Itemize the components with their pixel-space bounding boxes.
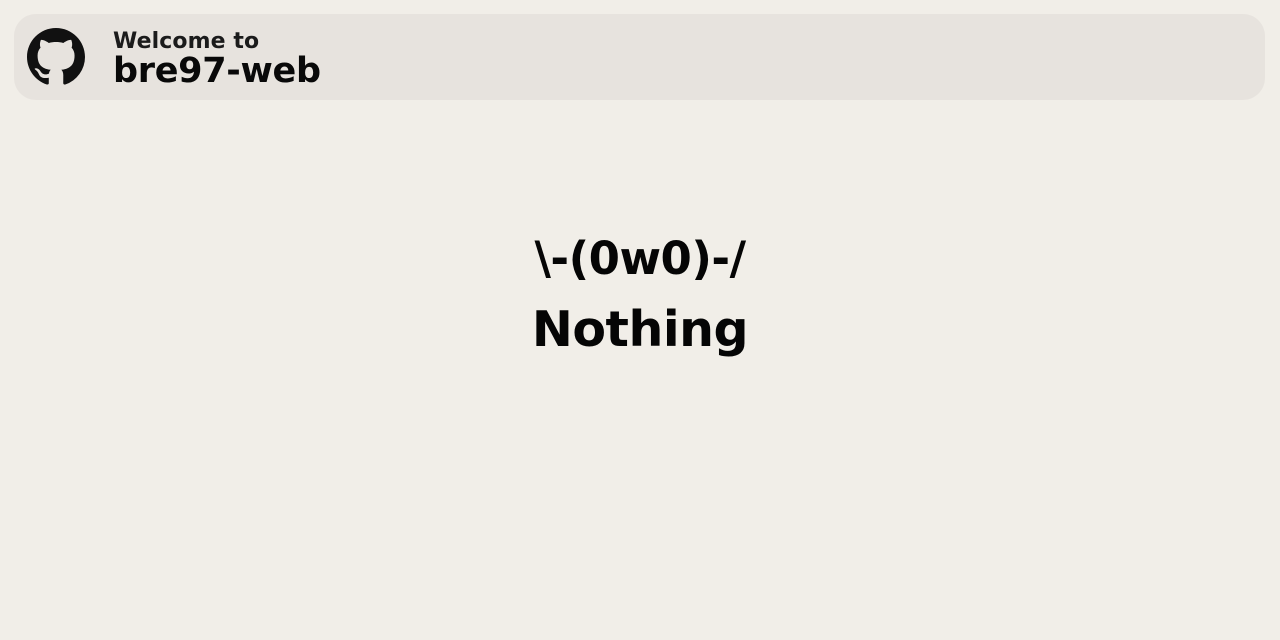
empty-state-message: Nothing — [531, 301, 749, 358]
site-brand: Welcome to bre97-web — [113, 28, 321, 89]
github-link[interactable] — [27, 28, 85, 86]
site-name: bre97-web — [113, 51, 321, 91]
empty-state: \-(0w0)-/ Nothing — [0, 225, 1280, 365]
top-app-bar: Welcome to bre97-web — [14, 14, 1265, 100]
page: Welcome to bre97-web \-(0w0)-/ Nothing — [0, 0, 1280, 640]
github-icon — [27, 28, 85, 86]
empty-state-emote: \-(0w0)-/ — [534, 232, 746, 285]
